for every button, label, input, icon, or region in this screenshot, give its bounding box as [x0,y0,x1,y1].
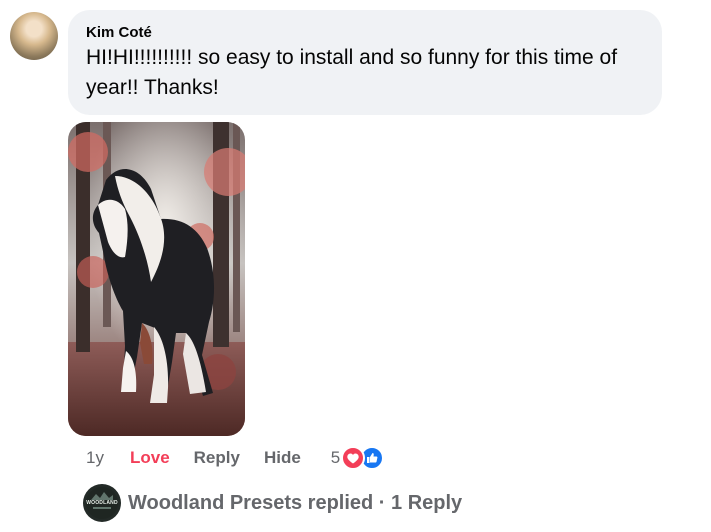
horse-in-forest-image [68,122,245,436]
replies-summary[interactable]: WOODLAND Woodland Presets replied · 1 Re… [83,483,462,523]
replies-summary-text[interactable]: Woodland Presets replied · 1 Reply [128,492,462,515]
comment-bubble: Kim Coté HI!HI!!!!!!!!!! so easy to inst… [68,10,662,115]
woodland-avatar-label: WOODLAND [86,500,118,506]
comment-author[interactable]: Kim Coté [86,24,644,41]
reaction-count: 5 [330,448,341,467]
heart-icon [341,446,366,470]
commenter-avatar[interactable] [10,12,58,60]
woodland-presets-avatar: WOODLAND [83,484,121,522]
reactions-summary[interactable]: 5 [330,446,385,470]
reply-button[interactable]: Reply [194,448,240,468]
comment-text: HI!HI!!!!!!!!!! so easy to install and s… [86,46,618,99]
woodland-logo-icon: WOODLAND [86,487,118,519]
hide-button[interactable]: Hide [264,448,301,468]
love-button[interactable]: Love [130,448,170,468]
comment-actions: 1y Love Reply Hide 5 [86,446,385,470]
comment-photo[interactable] [68,122,245,436]
comment-timestamp[interactable]: 1y [86,448,104,468]
